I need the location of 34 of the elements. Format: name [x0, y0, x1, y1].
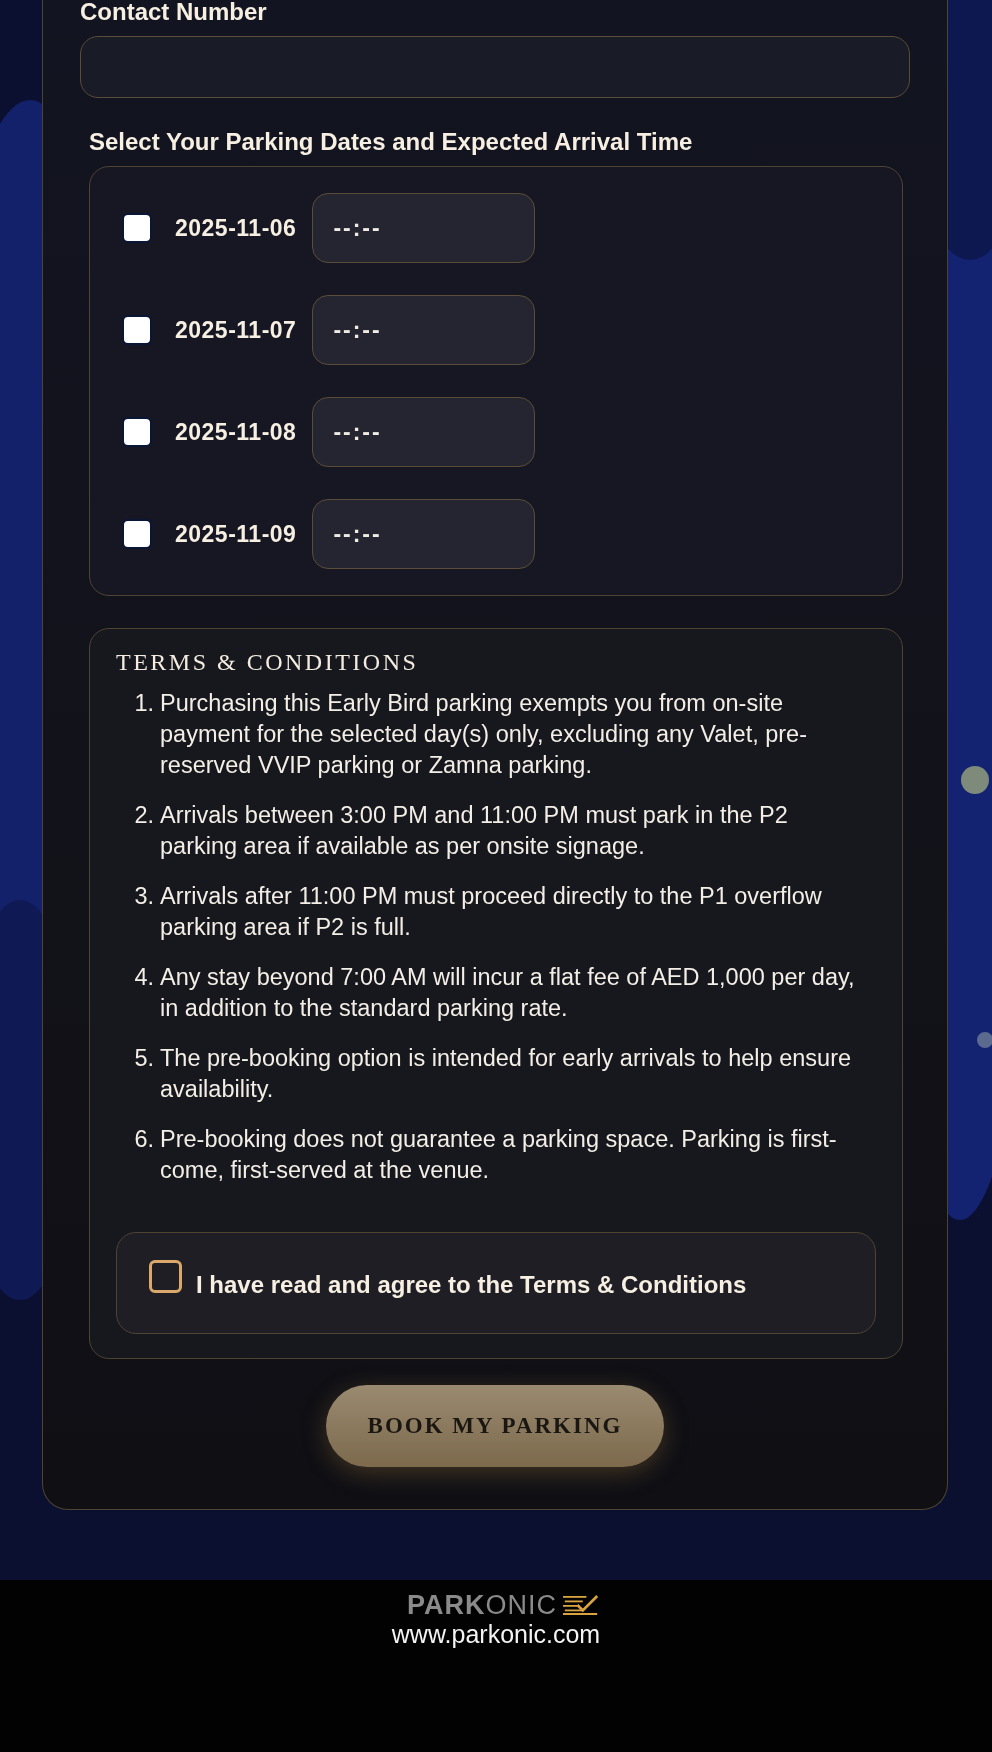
website-url: www.parkonic.com — [391, 1620, 601, 1648]
term-text: Purchasing this Early Bird parking exempts you from on-site payment for the selected day(s) only, excluding any Valet, pre-reserved VVIP parking or Zamna parking. — [160, 689, 809, 780]
contact-number-field[interactable] — [80, 36, 910, 98]
date-label: 2025-11-07 — [175, 316, 297, 344]
agree-label: I have read and agree to the Terms & Conditions — [196, 1271, 747, 1299]
checkbox[interactable] — [124, 317, 150, 343]
list-number: 1. — [133, 689, 154, 718]
section-heading: Select Your Parking Dates and Expected Arrival Time — [89, 128, 694, 156]
checkbox[interactable] — [124, 215, 150, 241]
field-label: Contact Number — [80, 0, 268, 26]
book-button[interactable]: BOOK MY PARKING — [326, 1385, 664, 1467]
time-field[interactable]: --:-- — [312, 397, 536, 467]
logo-icon — [563, 1594, 599, 1616]
term-text: Arrivals after 11:00 PM must proceed directly to the P1 overflow parking area if P2 is full. — [160, 882, 823, 942]
time-field[interactable]: --:-- — [312, 295, 536, 365]
checkbox[interactable] — [124, 419, 150, 445]
list-number: 2. — [133, 801, 154, 830]
time-field[interactable]: --:-- — [312, 193, 536, 263]
date-label: 2025-11-09 — [175, 520, 297, 548]
checkbox[interactable] — [149, 1259, 182, 1293]
term-text: Any stay beyond 7:00 AM will incur a flat fee of AED 1,000 per day, in addition to the standard parking rate. — [160, 963, 856, 1023]
date-label: 2025-11-06 — [175, 214, 297, 242]
list-number: 6. — [133, 1125, 154, 1154]
date-label: 2025-11-08 — [175, 418, 297, 446]
list-number: 5. — [133, 1044, 154, 1073]
term-text: Pre-booking does not guarantee a parking space. Parking is first-come, first-served at the venue. — [160, 1125, 838, 1185]
list-number: 3. — [133, 882, 154, 911]
time-field[interactable]: --:-- — [312, 499, 536, 569]
logo-text: PARKONIC — [407, 1590, 557, 1620]
term-text: The pre-booking option is intended for early arrivals to help ensure availability. — [160, 1044, 853, 1104]
checkbox[interactable] — [124, 521, 150, 547]
terms-title: TERMS & CONDITIONS — [116, 649, 420, 676]
list-number: 4. — [133, 963, 154, 992]
term-text: Arrivals between 3:00 PM and 11:00 PM must park in the P2 parking area if available as per onsite signage. — [160, 801, 789, 861]
